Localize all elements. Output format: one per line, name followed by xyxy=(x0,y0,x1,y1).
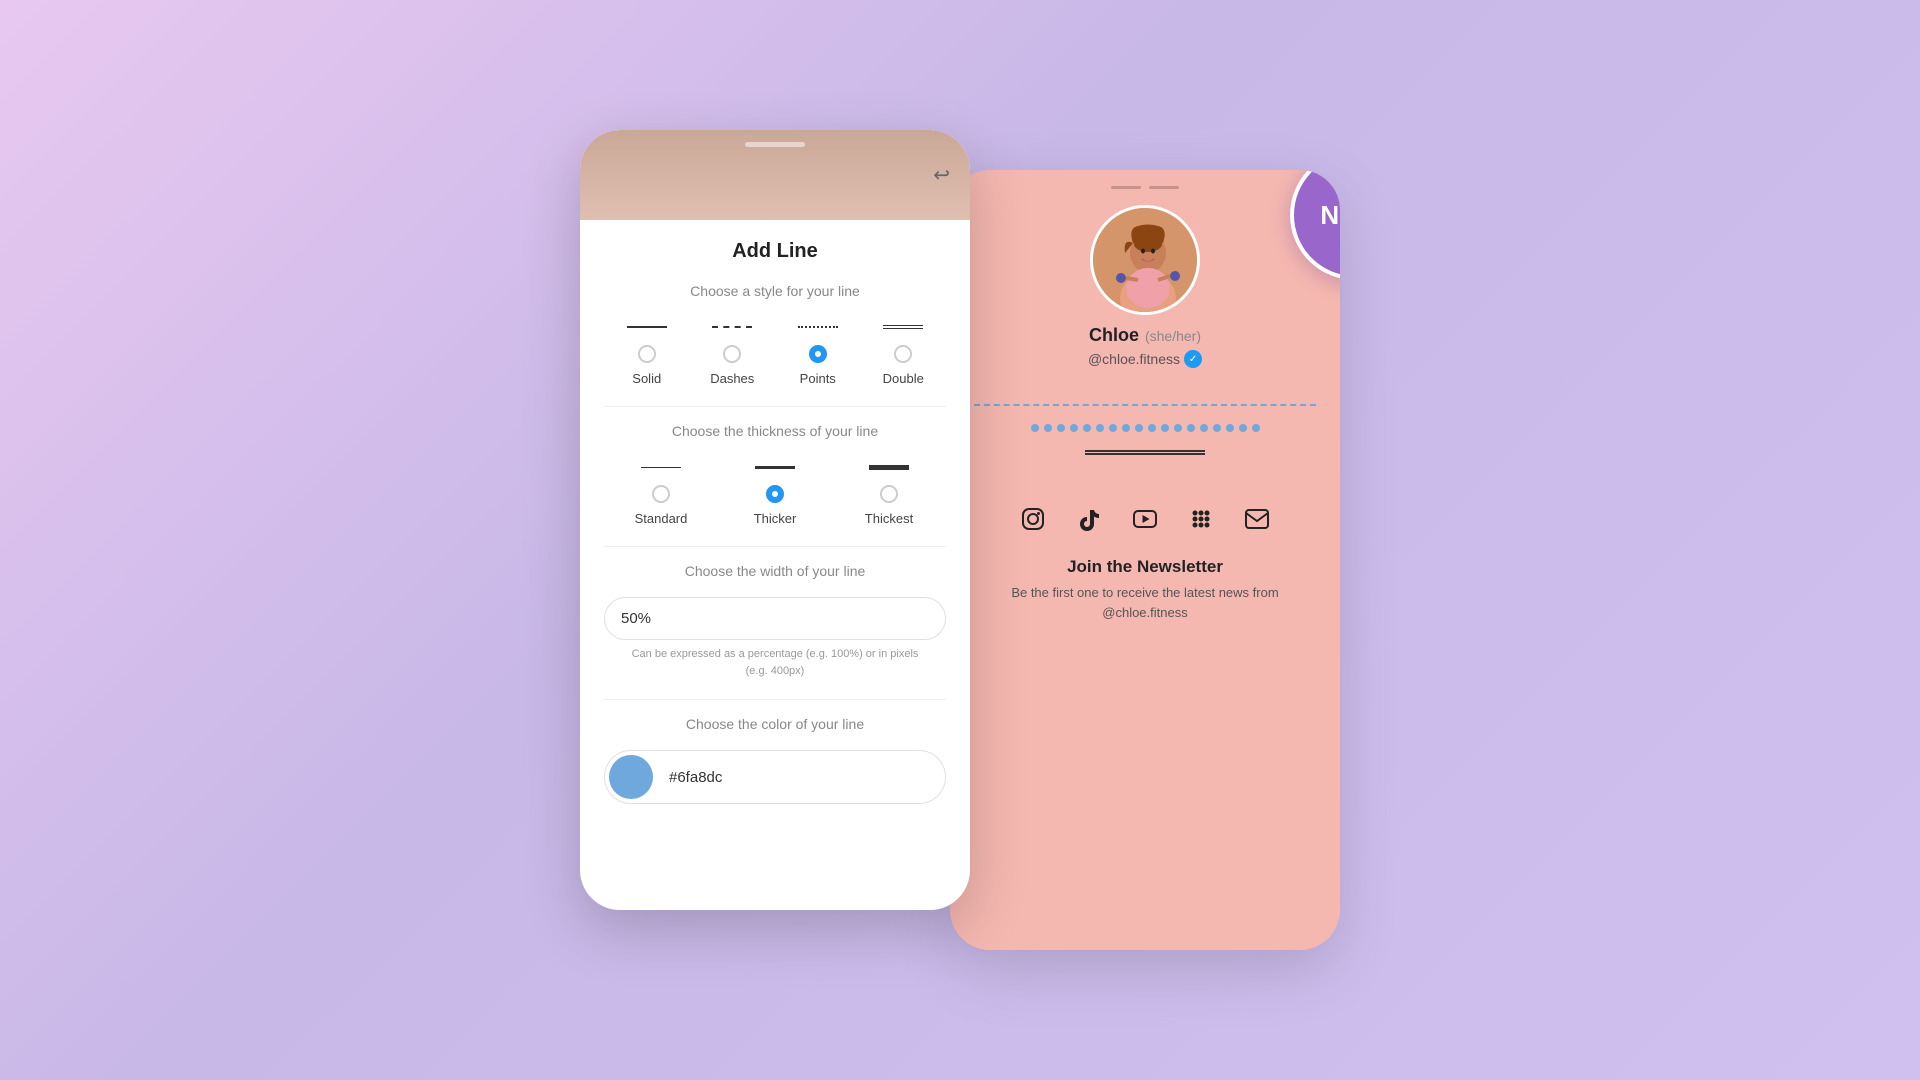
color-input-row[interactable]: #6fa8dc xyxy=(604,750,946,804)
color-section: Choose the color of your line #6fa8dc xyxy=(604,716,946,804)
points-label: Points xyxy=(800,371,836,386)
double-radio[interactable] xyxy=(894,345,912,363)
phone-right: Chloe (she/her) @chloe.fitness ✓ xyxy=(950,170,1340,950)
phone-notch xyxy=(745,142,805,147)
podcasts-icon[interactable] xyxy=(1183,501,1219,537)
header-line-1 xyxy=(1111,186,1141,189)
tiktok-icon[interactable] xyxy=(1071,501,1107,537)
dots-line-preview xyxy=(974,424,1316,432)
double-preview xyxy=(873,317,933,337)
color-value: #6fa8dc xyxy=(653,759,941,796)
profile-name: Chloe xyxy=(1089,325,1139,346)
thickest-label: Thickest xyxy=(865,511,913,526)
thickest-radio[interactable] xyxy=(880,485,898,503)
social-icons xyxy=(950,491,1340,547)
style-option-dashes[interactable]: Dashes xyxy=(702,317,762,386)
add-line-title: Add Line xyxy=(604,240,946,263)
style-option-solid[interactable]: Solid xyxy=(617,317,677,386)
profile-name-row: Chloe (she/her) xyxy=(1089,325,1201,346)
thicker-label: Thicker xyxy=(754,511,797,526)
style-section-label: Choose a style for your line xyxy=(604,283,946,299)
profile-pronouns: (she/her) xyxy=(1145,328,1201,344)
width-input[interactable] xyxy=(604,597,946,640)
verified-badge: ✓ xyxy=(1184,350,1202,368)
dashes-label: Dashes xyxy=(710,371,754,386)
style-options: Solid Dashes Points xyxy=(604,317,946,386)
solid-label: Solid xyxy=(632,371,661,386)
avatar-container xyxy=(1090,205,1200,315)
style-option-double[interactable]: Double xyxy=(873,317,933,386)
thickness-section-label: Choose the thickness of your line xyxy=(604,423,946,439)
width-section-label: Choose the width of your line xyxy=(604,563,946,579)
new-badge-text: NEW! xyxy=(1320,200,1340,231)
dashed-line-preview xyxy=(974,404,1316,406)
double-label: Double xyxy=(883,371,924,386)
points-radio[interactable] xyxy=(809,345,827,363)
divider-3 xyxy=(604,699,946,700)
phones-container: ↩ Add Line Choose a style for your line … xyxy=(580,130,1340,950)
handle-text: @chloe.fitness xyxy=(1088,351,1180,367)
thickness-thickest[interactable]: Thickest xyxy=(859,457,919,526)
newsletter-section: Join the Newsletter Be the first one to … xyxy=(950,547,1340,632)
color-section-label: Choose the color of your line xyxy=(604,716,946,732)
solid-preview xyxy=(617,317,677,337)
phone-header: ↩ xyxy=(580,130,970,220)
double-line-preview xyxy=(1085,450,1205,455)
standard-label: Standard xyxy=(635,511,688,526)
youtube-icon[interactable] xyxy=(1127,501,1163,537)
dashes-preview xyxy=(702,317,762,337)
color-swatch[interactable] xyxy=(609,755,653,799)
width-hint: Can be expressed as a percentage (e.g. 1… xyxy=(604,646,946,679)
style-option-points[interactable]: Points xyxy=(788,317,848,386)
standard-radio[interactable] xyxy=(652,485,670,503)
divider-1 xyxy=(604,406,946,407)
newsletter-title: Join the Newsletter xyxy=(974,557,1316,577)
thickness-standard[interactable]: Standard xyxy=(631,457,691,526)
divider-2 xyxy=(604,546,946,547)
thickest-preview xyxy=(859,457,919,477)
solid-radio[interactable] xyxy=(638,345,656,363)
thickness-options: Standard Thicker Thickest xyxy=(604,457,946,526)
points-preview xyxy=(788,317,848,337)
dashes-radio[interactable] xyxy=(723,345,741,363)
newsletter-text: Be the first one to receive the latest n… xyxy=(974,583,1316,622)
phone-left-content: Add Line Choose a style for your line So… xyxy=(580,220,970,824)
width-section: Choose the width of your line Can be exp… xyxy=(604,563,946,679)
thickness-thicker[interactable]: Thicker xyxy=(745,457,805,526)
header-line-2 xyxy=(1149,186,1179,189)
profile-handle: @chloe.fitness ✓ xyxy=(1088,350,1202,368)
lines-preview-section xyxy=(950,368,1340,491)
profile-section: Chloe (she/her) @chloe.fitness ✓ xyxy=(950,189,1340,368)
instagram-icon[interactable] xyxy=(1015,501,1051,537)
mail-icon[interactable] xyxy=(1239,501,1275,537)
thicker-radio[interactable] xyxy=(766,485,784,503)
thicker-preview xyxy=(745,457,805,477)
phone-left: ↩ Add Line Choose a style for your line … xyxy=(580,130,970,910)
phone-right-header xyxy=(950,170,1340,189)
back-icon[interactable]: ↩ xyxy=(933,163,950,188)
standard-preview xyxy=(631,457,691,477)
